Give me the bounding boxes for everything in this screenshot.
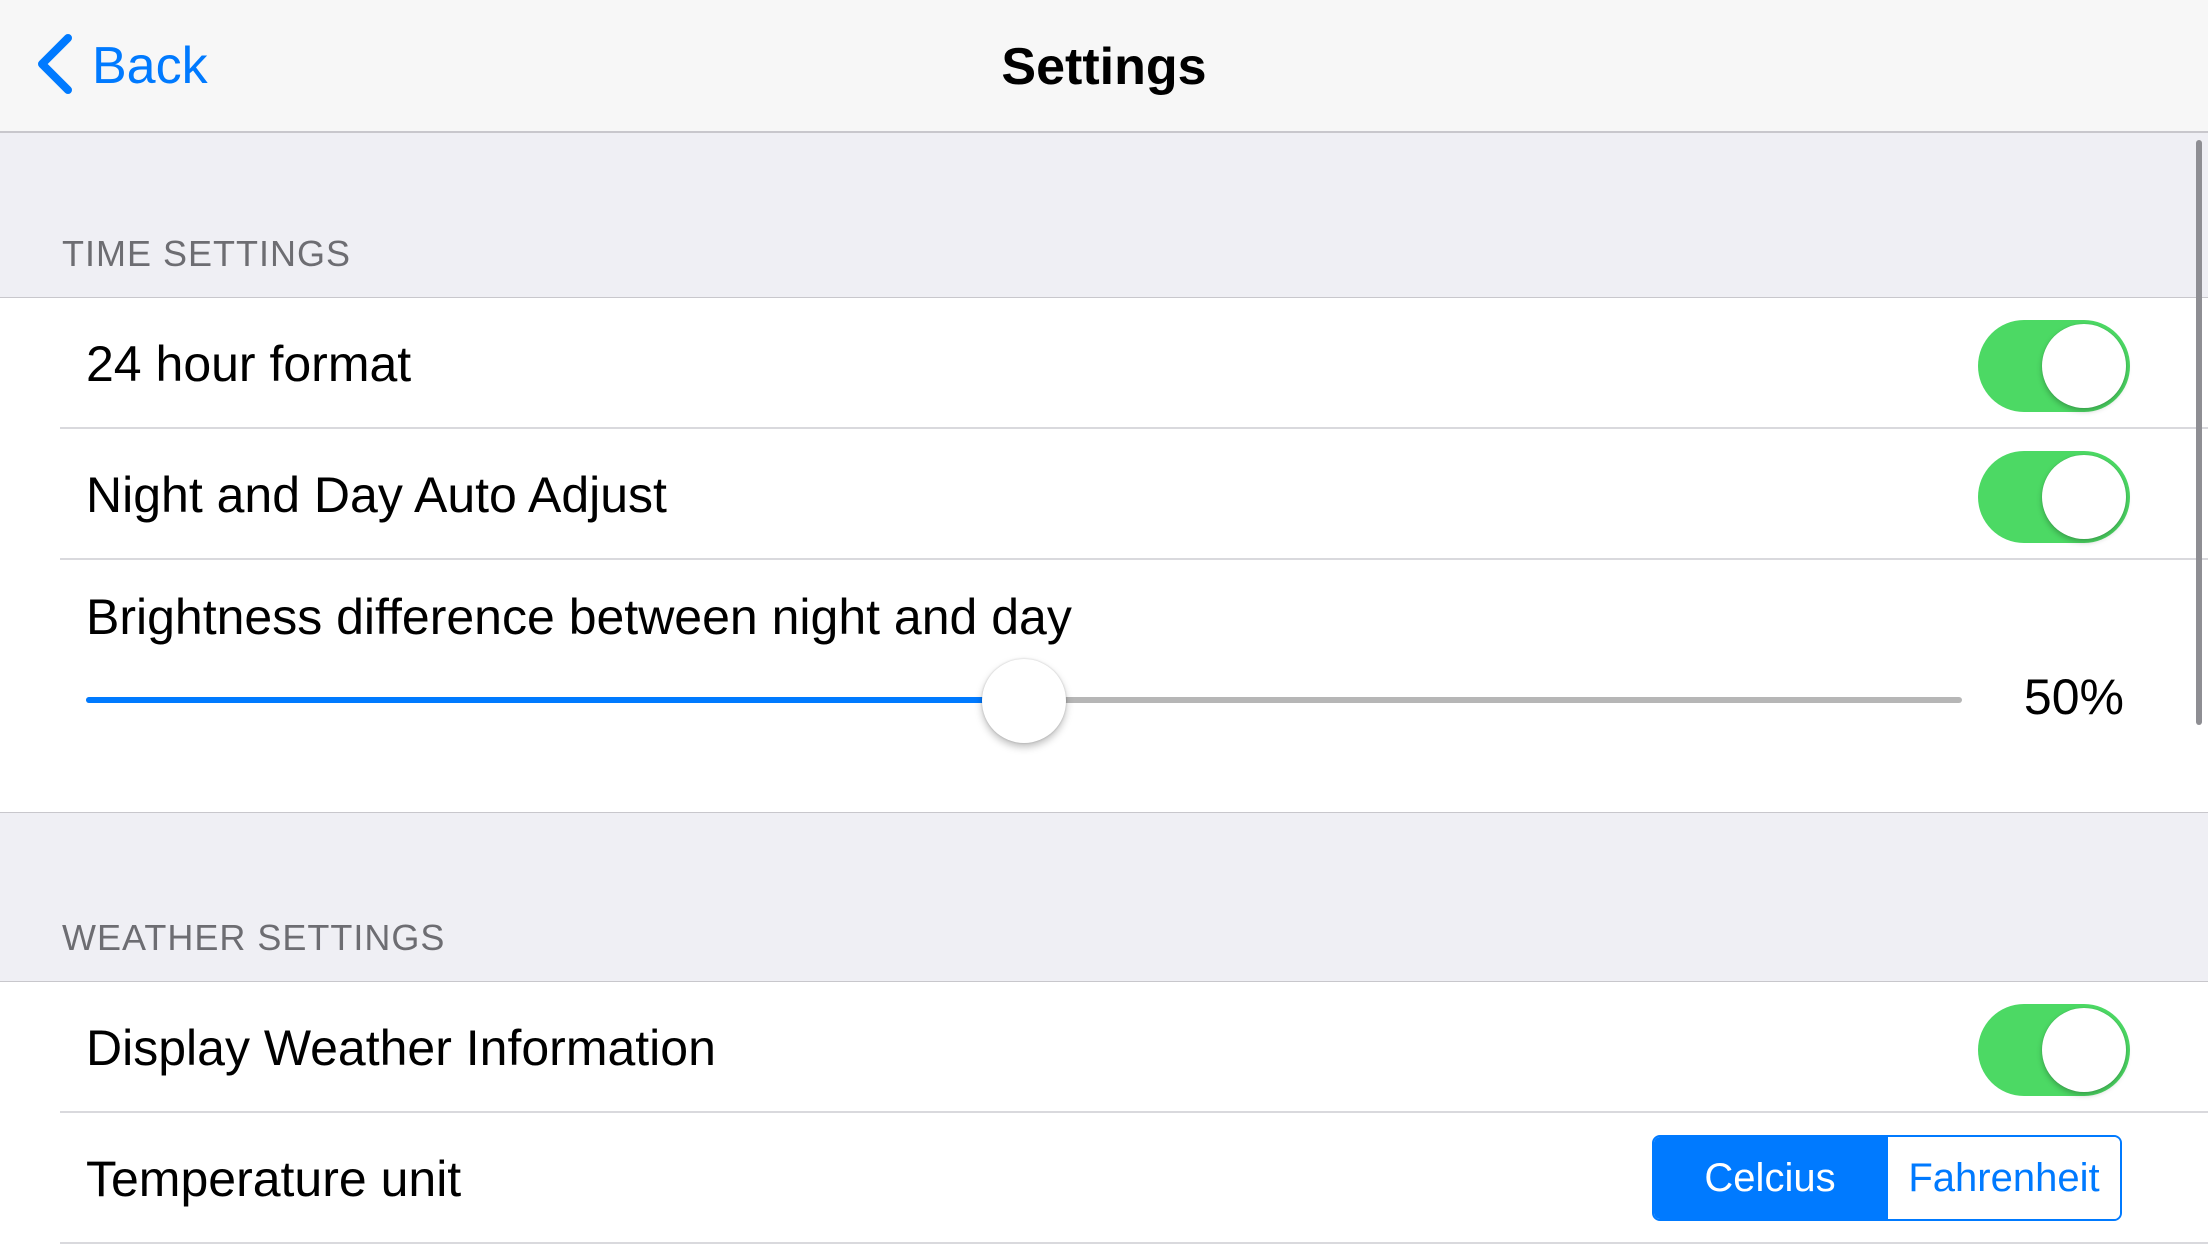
segment-celcius[interactable]: Celcius — [1654, 1137, 1886, 1219]
slider-thumb[interactable] — [982, 659, 1066, 743]
toggle-knob — [2042, 455, 2126, 539]
row-label: Temperature unit — [86, 1150, 462, 1207]
row-display-weather: Display Weather Information — [0, 982, 2208, 1113]
toggle-display-weather[interactable] — [1978, 1004, 2130, 1096]
page-title: Settings — [1001, 37, 1207, 96]
toggle-knob — [2042, 1008, 2126, 1092]
time-settings-group: 24 hour format Night and Day Auto Adjust… — [0, 297, 2208, 813]
brightness-slider[interactable] — [86, 659, 1962, 743]
toggle-knob — [2042, 324, 2126, 408]
section-header-weather: WEATHER SETTINGS — [62, 917, 446, 958]
row-label: 24 hour format — [86, 335, 412, 392]
navigation-bar: Back Settings — [0, 0, 2208, 133]
scroll-indicator[interactable] — [2196, 140, 2202, 725]
temperature-unit-control: Celcius Fahrenheit — [1652, 1135, 2122, 1221]
row-label: Night and Day Auto Adjust — [86, 466, 667, 523]
segment-fahrenheit[interactable]: Fahrenheit — [1886, 1137, 2120, 1219]
row-label: Display Weather Information — [86, 1019, 716, 1076]
brightness-label: Brightness difference between night and … — [86, 589, 1072, 645]
toggle-night-day-auto-adjust[interactable] — [1978, 451, 2130, 543]
section-header-time: TIME SETTINGS — [62, 233, 352, 274]
row-24-hour-format: 24 hour format — [0, 298, 2208, 429]
row-brightness: Brightness difference between night and … — [0, 560, 2208, 810]
slider-fill — [86, 697, 1024, 703]
toggle-24-hour-format[interactable] — [1978, 320, 2130, 412]
weather-settings-group: Display Weather Information Temperature … — [0, 981, 2208, 1245]
row-temperature-unit: Temperature unit Celcius Fahrenheit — [0, 1113, 2208, 1244]
brightness-value: 50% — [2023, 669, 2124, 725]
row-night-day-auto-adjust: Night and Day Auto Adjust — [0, 429, 2208, 560]
